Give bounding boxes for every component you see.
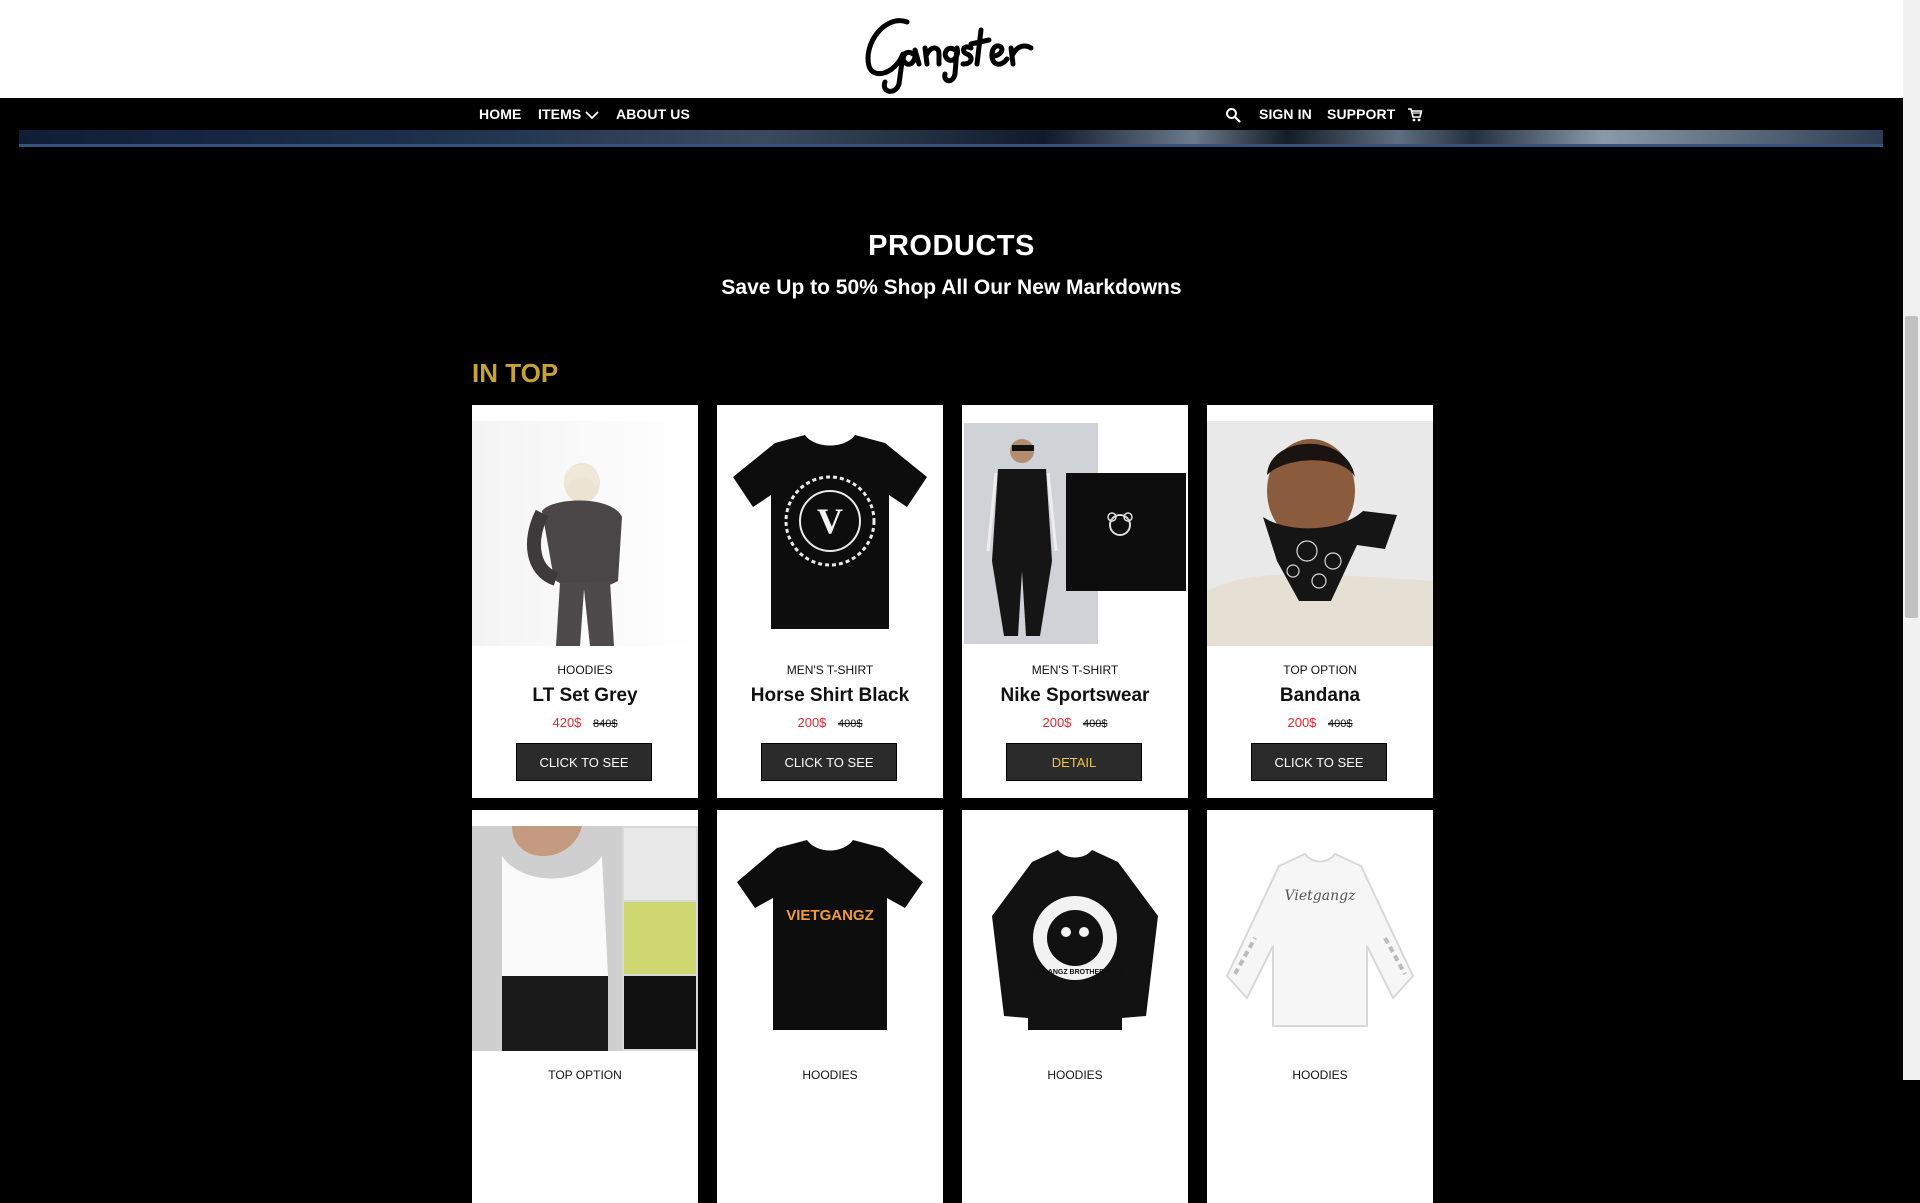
product-card[interactable]: TOP OPTION Bandana 200$ 400$ CLICK TO SE… bbox=[1207, 405, 1433, 798]
product-price: 420$ 840$ bbox=[472, 715, 698, 730]
product-image-print: VIETGANGZ bbox=[786, 907, 874, 924]
product-image[interactable] bbox=[1207, 421, 1433, 646]
price-current: 200$ bbox=[1042, 715, 1072, 730]
product-category: TOP OPTION bbox=[1283, 663, 1357, 677]
product-category: MEN'S T-SHIRT bbox=[1031, 663, 1119, 677]
scrollbar-thumb[interactable] bbox=[1905, 316, 1918, 618]
product-image[interactable]: VIETGANGZ bbox=[717, 826, 943, 1051]
chevron-down-icon bbox=[585, 111, 599, 120]
product-name[interactable]: LT Set Grey bbox=[472, 685, 698, 707]
nav-about-us[interactable]: ABOUT US bbox=[616, 98, 690, 130]
price-original: 400$ bbox=[1328, 718, 1353, 730]
main-nav: HOME ITEMS ABOUT US SIGN IN SUPPORT bbox=[0, 98, 1903, 130]
product-image[interactable]: VIET GANGZ BROTHERHOOD bbox=[962, 826, 1188, 1051]
detail-button[interactable]: DETAIL bbox=[1006, 743, 1142, 781]
cart-button[interactable] bbox=[1407, 98, 1423, 130]
click-to-see-button[interactable]: CLICK TO SEE bbox=[761, 743, 897, 781]
products-title: PRODUCTS bbox=[868, 230, 1035, 262]
product-card[interactable]: VIET GANGZ BROTHERHOOD HOODIES bbox=[962, 810, 1188, 1203]
price-original: 400$ bbox=[1083, 718, 1108, 730]
price-current: 200$ bbox=[1287, 715, 1317, 730]
nav-home[interactable]: HOME bbox=[479, 98, 521, 130]
nav-items[interactable]: ITEMS bbox=[538, 98, 599, 130]
product-name[interactable]: Horse Shirt Black bbox=[717, 685, 943, 707]
products-subtitle: Save Up to 50% Shop All Our New Markdown… bbox=[721, 276, 1182, 299]
product-image[interactable] bbox=[472, 421, 698, 646]
product-price: 200$ 400$ bbox=[717, 715, 943, 730]
hero-banner-bottom bbox=[19, 130, 1883, 147]
price-original: 840$ bbox=[593, 718, 618, 730]
search-button[interactable] bbox=[1225, 98, 1241, 130]
price-current: 200$ bbox=[797, 715, 827, 730]
nav-support[interactable]: SUPPORT bbox=[1327, 98, 1395, 130]
price-current: 420$ bbox=[552, 715, 582, 730]
price-original: 400$ bbox=[838, 718, 863, 730]
product-price: 200$ 400$ bbox=[1207, 715, 1433, 730]
product-card[interactable]: HOODIES LT Set Grey 420$ 840$ CLICK TO S… bbox=[472, 405, 698, 798]
product-name[interactable]: Nike Sportswear bbox=[962, 685, 1188, 707]
section-label-in-top: IN TOP bbox=[472, 358, 559, 388]
product-card[interactable]: V MEN'S T-SHIRT Horse Shirt Black 200$ 4… bbox=[717, 405, 943, 798]
product-image[interactable]: Vietgangz bbox=[1207, 826, 1433, 1051]
svg-text:V: V bbox=[817, 501, 843, 541]
product-image-print: Vietgangz bbox=[1285, 888, 1357, 904]
product-image[interactable] bbox=[472, 826, 698, 1051]
click-to-see-button[interactable]: CLICK TO SEE bbox=[1251, 743, 1387, 781]
nav-items-label: ITEMS bbox=[538, 106, 582, 122]
search-icon bbox=[1226, 108, 1241, 123]
product-name[interactable]: Bandana bbox=[1207, 685, 1433, 707]
nav-sign-in[interactable]: SIGN IN bbox=[1259, 98, 1312, 130]
product-card[interactable]: MEN'S T-SHIRT Nike Sportswear 200$ 400$ … bbox=[962, 405, 1188, 798]
product-price: 200$ 400$ bbox=[962, 715, 1188, 730]
logo-bar bbox=[0, 0, 1903, 98]
product-card[interactable]: TOP OPTION bbox=[472, 810, 698, 1203]
product-image[interactable]: V bbox=[717, 421, 943, 646]
click-to-see-button[interactable]: CLICK TO SEE bbox=[516, 743, 652, 781]
product-image[interactable] bbox=[962, 421, 1188, 646]
product-category: MEN'S T-SHIRT bbox=[786, 663, 874, 677]
cart-icon bbox=[1408, 108, 1423, 122]
product-card[interactable]: VIETGANGZ HOODIES bbox=[717, 810, 943, 1203]
product-image-print: VIET GANGZ BROTHERHOOD bbox=[1025, 969, 1125, 976]
brand-logo[interactable] bbox=[855, 4, 1055, 94]
product-category: HOODIES bbox=[557, 663, 613, 677]
product-card[interactable]: Vietgangz HOODIES bbox=[1207, 810, 1433, 1203]
